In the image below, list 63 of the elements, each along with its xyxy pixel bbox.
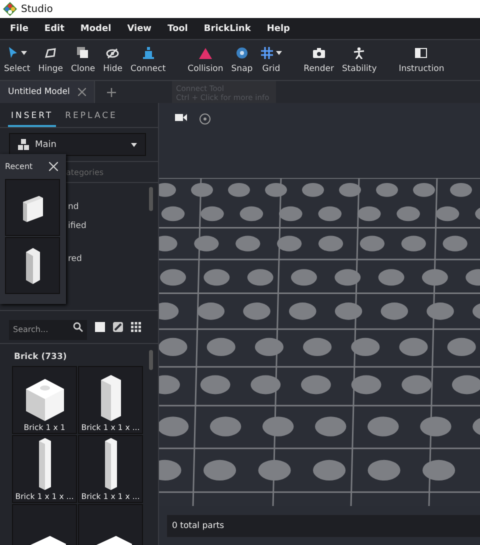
toolbar-button[interactable]: Clone bbox=[67, 46, 100, 74]
toolbar-button[interactable]: Stability bbox=[338, 46, 381, 74]
close-icon[interactable] bbox=[78, 88, 86, 96]
toolbar-button[interactable]: Instruction bbox=[394, 46, 448, 74]
add-tab-icon[interactable] bbox=[106, 88, 116, 96]
grid-icon bbox=[260, 47, 273, 59]
toolbar-button[interactable]: Select bbox=[0, 46, 34, 74]
cursor-icon bbox=[8, 47, 18, 59]
category-item[interactable]: ified bbox=[68, 221, 86, 231]
toolbar-button[interactable]: Collision bbox=[184, 46, 228, 74]
recent-part[interactable] bbox=[5, 237, 60, 294]
plate-brick-icon bbox=[20, 194, 44, 222]
menu-item[interactable]: BrickLink bbox=[196, 24, 259, 34]
tab-title: Untitled Model bbox=[8, 87, 70, 97]
scrollbar[interactable] bbox=[149, 187, 153, 211]
menu-item[interactable]: Help bbox=[258, 24, 298, 34]
panel-tab[interactable]: INSERT bbox=[8, 107, 56, 127]
close-icon[interactable] bbox=[49, 162, 58, 171]
hinge-icon bbox=[44, 47, 57, 59]
menu-item[interactable]: Tool bbox=[160, 24, 196, 34]
scrollbar[interactable] bbox=[149, 350, 153, 370]
window-title: Studio bbox=[21, 4, 53, 14]
categories-header: ategories bbox=[66, 168, 104, 176]
menu-item[interactable]: File bbox=[2, 24, 36, 34]
video-camera-icon[interactable] bbox=[175, 113, 187, 122]
menu-item[interactable]: Model bbox=[72, 24, 120, 34]
search-field[interactable]: Search... bbox=[9, 320, 87, 340]
tall-brick-icon bbox=[38, 438, 50, 490]
toolbar-button[interactable]: Render bbox=[300, 46, 338, 74]
recent-part[interactable] bbox=[5, 179, 60, 236]
group-title: Brick (733) bbox=[14, 352, 67, 362]
document-tab[interactable]: Untitled Model bbox=[0, 81, 95, 103]
parts-count: 0 total parts bbox=[172, 521, 224, 531]
search-icon bbox=[73, 322, 83, 332]
category-item[interactable]: red bbox=[68, 254, 86, 264]
tall-brick-icon bbox=[100, 375, 120, 421]
camera-icon bbox=[312, 48, 325, 58]
grid-view-icon[interactable] bbox=[131, 322, 141, 332]
hidden-eye-icon bbox=[106, 48, 120, 58]
caret-icon bbox=[131, 142, 137, 146]
connect-icon bbox=[142, 47, 155, 59]
menu-item[interactable]: View bbox=[119, 24, 160, 34]
rotate-icon[interactable] bbox=[199, 113, 211, 125]
toolbar-button[interactable]: Connect bbox=[126, 46, 170, 74]
bricks-icon bbox=[18, 139, 29, 150]
toolbar-button[interactable]: Hide bbox=[99, 46, 127, 74]
panel-tab[interactable]: REPLACE bbox=[62, 107, 120, 127]
cube-brick-icon bbox=[26, 379, 64, 421]
palette-dropdown[interactable]: Main bbox=[9, 133, 146, 156]
snap-icon bbox=[236, 47, 248, 59]
striped-square-icon[interactable] bbox=[113, 322, 123, 332]
toolbar-button[interactable]: Hinge bbox=[34, 46, 67, 74]
menu-item[interactable]: Edit bbox=[36, 24, 72, 34]
tall-brick-icon bbox=[26, 248, 40, 284]
toolbar-button[interactable]: Grid bbox=[256, 46, 286, 74]
clone-icon bbox=[77, 47, 90, 59]
figure-icon bbox=[353, 47, 366, 59]
popup-title: Recent bbox=[5, 162, 33, 171]
book-icon bbox=[415, 48, 428, 58]
tall-brick-icon bbox=[104, 438, 116, 490]
toolbar-button[interactable]: Snap bbox=[227, 46, 257, 74]
category-item[interactable]: nd bbox=[68, 202, 86, 212]
warning-triangle-icon bbox=[198, 48, 212, 58]
